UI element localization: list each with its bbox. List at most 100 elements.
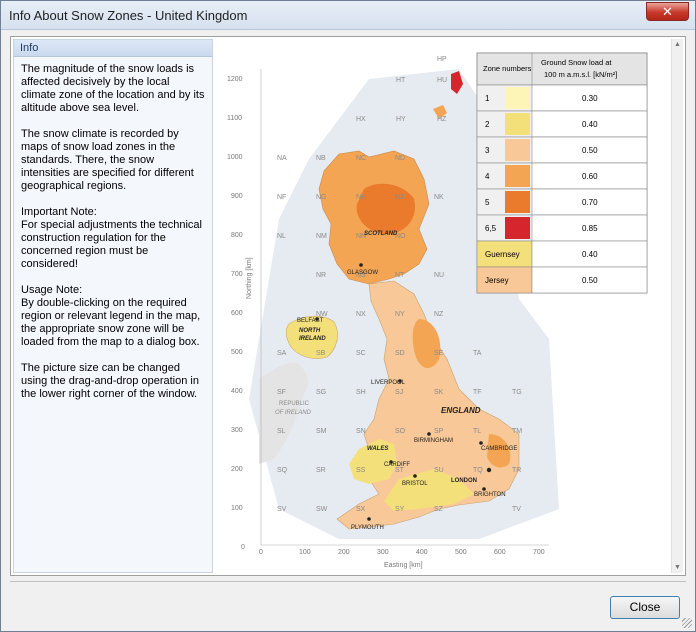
legend-load-value: 0.50 [582, 276, 598, 285]
legend-rows: 1 0.30 2 0.40 3 0.50 4 0.60 5 0.70 6,5 0.85 Guernsey… [476, 84, 648, 294]
label-ireland-1: REPUBLIC [279, 401, 310, 407]
legend-color-swatch[interactable] [505, 217, 530, 239]
legend-zone-label: Jersey [485, 276, 509, 285]
info-paragraph: The magnitude of the snow loads is affec… [21, 63, 205, 114]
grid-square-label: SF [277, 389, 286, 396]
label-north-ireland-2: IRELAND [299, 336, 326, 342]
legend-zone-label: 4 [485, 172, 490, 181]
legend-col-load-header-2: 100 m a.m.s.l. [kN/m²] [544, 70, 617, 79]
snow-zone-map[interactable]: 1200 1100 1000 900 800 700 600 500 400 3… [219, 39, 673, 573]
info-header: Info [14, 40, 212, 57]
label-glasgow: GLASGOW [347, 270, 378, 276]
legend-zone-label: 5 [485, 198, 490, 207]
grid-square-label: SL [277, 428, 286, 435]
label-cambridge: CAMBRIDGE [481, 446, 517, 452]
legend-col-load-header-1: Ground Snow load at [541, 58, 612, 67]
x-tick-label: 100 [299, 549, 311, 556]
x-tick-label: 200 [338, 549, 350, 556]
legend-load-value: 0.85 [582, 224, 598, 233]
legend-color-swatch[interactable] [505, 87, 530, 109]
x-tick-label: 600 [494, 549, 506, 556]
grid-square-label: SV [277, 506, 287, 513]
grid-square-label: SG [316, 389, 326, 396]
grid-square-label: NR [316, 272, 326, 279]
y-tick-label: 0 [241, 544, 245, 551]
info-panel: Info The magnitude of the snow loads is … [13, 39, 213, 573]
grid-square-label: NM [316, 233, 327, 240]
y-axis-label: Northing [km] [246, 257, 253, 299]
legend-color-swatch[interactable] [505, 113, 530, 135]
legend-zone-label: Guernsey [485, 250, 520, 259]
grid-square-label: HX [356, 116, 366, 123]
snow-zone-legend: Zone numbers Ground Snow load at 100 m a… [476, 52, 648, 294]
y-tick-label: 100 [231, 505, 243, 512]
grid-square-label: SZ [434, 506, 444, 513]
grid-square-label: SC [356, 350, 366, 357]
legend-zone-label: 2 [485, 120, 490, 129]
grid-square-label: HT [396, 77, 406, 84]
map-svg[interactable]: 1200 1100 1000 900 800 700 600 500 400 3… [219, 39, 659, 573]
grid-square-label: TA [473, 350, 482, 357]
grid-square-label: TG [512, 389, 522, 396]
window-close-icon[interactable]: ✕ [646, 2, 689, 21]
label-wales: WALES [367, 446, 388, 452]
legend-zone-label: 3 [485, 146, 490, 155]
vertical-scrollbar[interactable]: ▲ ▼ [671, 39, 683, 573]
y-tick-label: 600 [231, 310, 243, 317]
grid-square-label: ND [395, 155, 405, 162]
grid-square-label: NB [316, 155, 326, 162]
close-button[interactable]: Close [610, 596, 680, 619]
grid-square-label: TF [473, 389, 482, 396]
grid-square-label: NW [316, 311, 328, 318]
legend-load-value: 0.40 [582, 120, 598, 129]
info-paragraph: The picture size can be changed using th… [21, 362, 199, 400]
grid-square-label: NG [316, 194, 327, 201]
label-north-ireland: NORTH [299, 328, 321, 334]
legend-zone-label: 6,5 [485, 224, 497, 233]
grid-square-label: TR [512, 467, 521, 474]
legend-color-swatch[interactable] [505, 139, 530, 161]
window-title: Info About Snow Zones - United Kingdom [9, 8, 248, 23]
label-bristol: BRISTOL [402, 481, 428, 487]
label-plymouth: PLYMOUTH [351, 525, 384, 531]
y-tick-label: 800 [231, 232, 243, 239]
grid-square-label: NC [356, 155, 366, 162]
info-paragraph: The snow climate is recorded by maps of … [21, 128, 194, 192]
info-paragraph: Usage Note: By double-clicking on the re… [21, 284, 201, 348]
legend-color-swatch[interactable] [505, 165, 530, 187]
grid-square-label: SQ [277, 467, 288, 474]
grid-square-label: SA [277, 350, 287, 357]
legend-color-swatch[interactable] [505, 191, 530, 213]
info-paragraph: Important Note: For special adjustments … [21, 206, 202, 270]
grid-square-label: SK [434, 389, 444, 396]
label-cardiff: CARDIFF [384, 462, 410, 468]
x-axis: 0 100 200 300 400 500 600 700 [259, 549, 545, 556]
grid-square-label: NX [356, 311, 366, 318]
title-bar: Info About Snow Zones - United Kingdom ✕ [1, 1, 695, 30]
grid-square-label: SU [434, 467, 444, 474]
y-tick-label: 500 [231, 349, 243, 356]
grid-square-label: TM [512, 428, 522, 435]
scroll-up-icon[interactable]: ▲ [674, 41, 681, 48]
legend-load-value: 0.60 [582, 172, 598, 181]
grid-square-label: NT [395, 272, 405, 279]
label-scotland: SCOTLAND [364, 231, 398, 237]
resize-grip-icon[interactable] [682, 618, 692, 628]
grid-square-label: NL [277, 233, 286, 240]
scroll-down-icon[interactable]: ▼ [674, 564, 681, 571]
label-belfast: BELFAST [297, 318, 324, 324]
label-england: ENGLAND [441, 406, 481, 415]
grid-square-label: TQ [473, 467, 483, 474]
legend-load-value: 0.30 [582, 94, 598, 103]
y-tick-label: 1100 [227, 115, 242, 122]
grid-square-label: SX [356, 506, 366, 513]
x-tick-label: 300 [377, 549, 389, 556]
footer-separator [10, 581, 686, 582]
grid-square-label: TL [473, 428, 481, 435]
y-tick-label: 1200 [227, 76, 243, 83]
grid-square-label: SN [356, 428, 366, 435]
grid-square-label: SR [316, 467, 326, 474]
legend-load-value: 0.70 [582, 198, 598, 207]
label-ireland-2: OF IRELAND [275, 410, 312, 416]
label-brighton: BRIGHTON [474, 492, 506, 498]
